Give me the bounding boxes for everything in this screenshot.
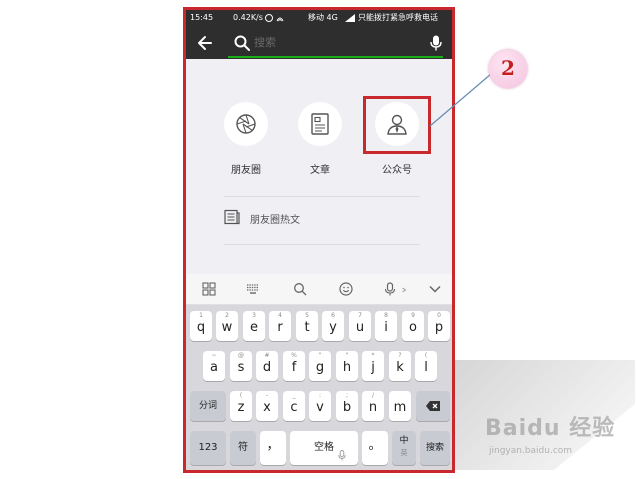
period-key[interactable]: 。 (362, 431, 388, 465)
key-p[interactable]: 0p (428, 311, 450, 341)
language-switch-key[interactable]: 中 英 (392, 431, 416, 465)
category-label-official-accounts: 公众号 (382, 165, 412, 176)
key-u[interactable]: 7u (349, 311, 371, 341)
key-e[interactable]: 3e (243, 311, 265, 341)
key-w[interactable]: 2w (216, 311, 238, 341)
microphone-icon[interactable] (430, 35, 442, 51)
highlight-box (363, 96, 431, 154)
key-x[interactable]: -x (256, 391, 278, 421)
emoji-icon[interactable] (339, 282, 353, 296)
key-r[interactable]: 4r (269, 311, 291, 341)
key-k[interactable]: ? k (389, 351, 411, 381)
watermark-brand: Baidu 经验 (485, 416, 616, 441)
search-categories-panel: 朋友圈 文章 公众号 朋友圈热文 (186, 59, 452, 280)
key-m[interactable]: m (389, 391, 411, 421)
chevron-right-icon (402, 287, 407, 293)
key-l[interactable]: (l (415, 351, 437, 381)
keyboard-icon[interactable] (246, 282, 260, 296)
voice-icon[interactable] (383, 282, 397, 296)
key-c[interactable]: _ c (283, 391, 305, 421)
key-t[interactable]: 5t (296, 311, 318, 341)
key-s[interactable]: @ s (230, 351, 252, 381)
category-label-articles: 文章 (310, 165, 330, 176)
microphone-icon (338, 450, 346, 461)
watermark-url: jingyan.baidu.com (489, 446, 573, 456)
fenci-key[interactable]: 分词 (190, 391, 226, 421)
aperture-icon (236, 114, 256, 134)
search-icon[interactable] (293, 282, 307, 296)
step-number: 2 (501, 56, 515, 80)
divider (224, 244, 420, 245)
key-j[interactable]: * j (362, 351, 384, 381)
category-moments[interactable] (224, 102, 268, 146)
keyboard-toolbar (186, 274, 452, 305)
key-a[interactable]: ~ a (203, 351, 225, 381)
search-icon (234, 35, 250, 51)
key-y[interactable]: 6y (322, 311, 344, 341)
phone-screen: 15:45 0.42K/s 移动 4G 只能拨打紧急呼救电话 搜索 朋友圈 文章… (183, 7, 455, 473)
search-underline (228, 56, 443, 58)
status-bar: 15:45 0.42K/s 移动 4G 只能拨打紧急呼救电话 (186, 10, 452, 26)
key-i[interactable]: 8i (375, 311, 397, 341)
signal-icon (345, 14, 355, 22)
newspaper-icon (224, 209, 240, 225)
search-key[interactable]: 搜索 (420, 431, 450, 465)
status-notice: 只能拨打紧急呼救电话 (358, 13, 438, 22)
collapse-icon[interactable] (428, 282, 442, 296)
key-f[interactable]: % f (283, 351, 305, 381)
comma-key[interactable]: ， (260, 431, 286, 465)
category-articles[interactable] (298, 102, 342, 146)
num-mode-key[interactable]: 123 (190, 431, 226, 465)
key-n[interactable]: / n (362, 391, 384, 421)
space-key[interactable]: 空格 (290, 431, 358, 465)
category-label-moments: 朋友圈 (231, 165, 261, 176)
key-z[interactable]: (z (230, 391, 252, 421)
status-time: 15:45 (190, 13, 214, 22)
divider (224, 196, 420, 197)
soft-keyboard: 1q 2w 3e 4r 5t 6y 7u 8i 9o 0p ~ a @ s # d %… (186, 305, 452, 470)
back-arrow-icon[interactable] (196, 34, 214, 52)
key-b[interactable]: ; b (336, 391, 358, 421)
key-q[interactable]: 1q (190, 311, 212, 341)
search-bar (186, 26, 452, 59)
annotation-pointer-line (429, 73, 492, 127)
step-number-badge: 2 (489, 50, 527, 88)
search-input[interactable] (254, 33, 424, 51)
alarm-icon (265, 14, 284, 22)
article-icon (311, 113, 329, 135)
key-v[interactable]: :v (309, 391, 331, 421)
key-o[interactable]: 9o (402, 311, 424, 341)
grid-icon[interactable] (202, 282, 216, 296)
hot-articles-label[interactable]: 朋友圈热文 (250, 211, 300, 226)
symbol-key[interactable]: 符 (230, 431, 256, 465)
status-carrier: 移动 4G (308, 13, 338, 22)
backspace-key[interactable] (416, 391, 450, 421)
backspace-icon (426, 401, 440, 411)
baidu-watermark: Baidu 经验 jingyan.baidu.com (485, 410, 635, 470)
key-d[interactable]: # d (256, 351, 278, 381)
key-h[interactable]: " h (336, 351, 358, 381)
status-speed: 0.42K/s (233, 13, 263, 22)
key-g[interactable]: " g (309, 351, 331, 381)
